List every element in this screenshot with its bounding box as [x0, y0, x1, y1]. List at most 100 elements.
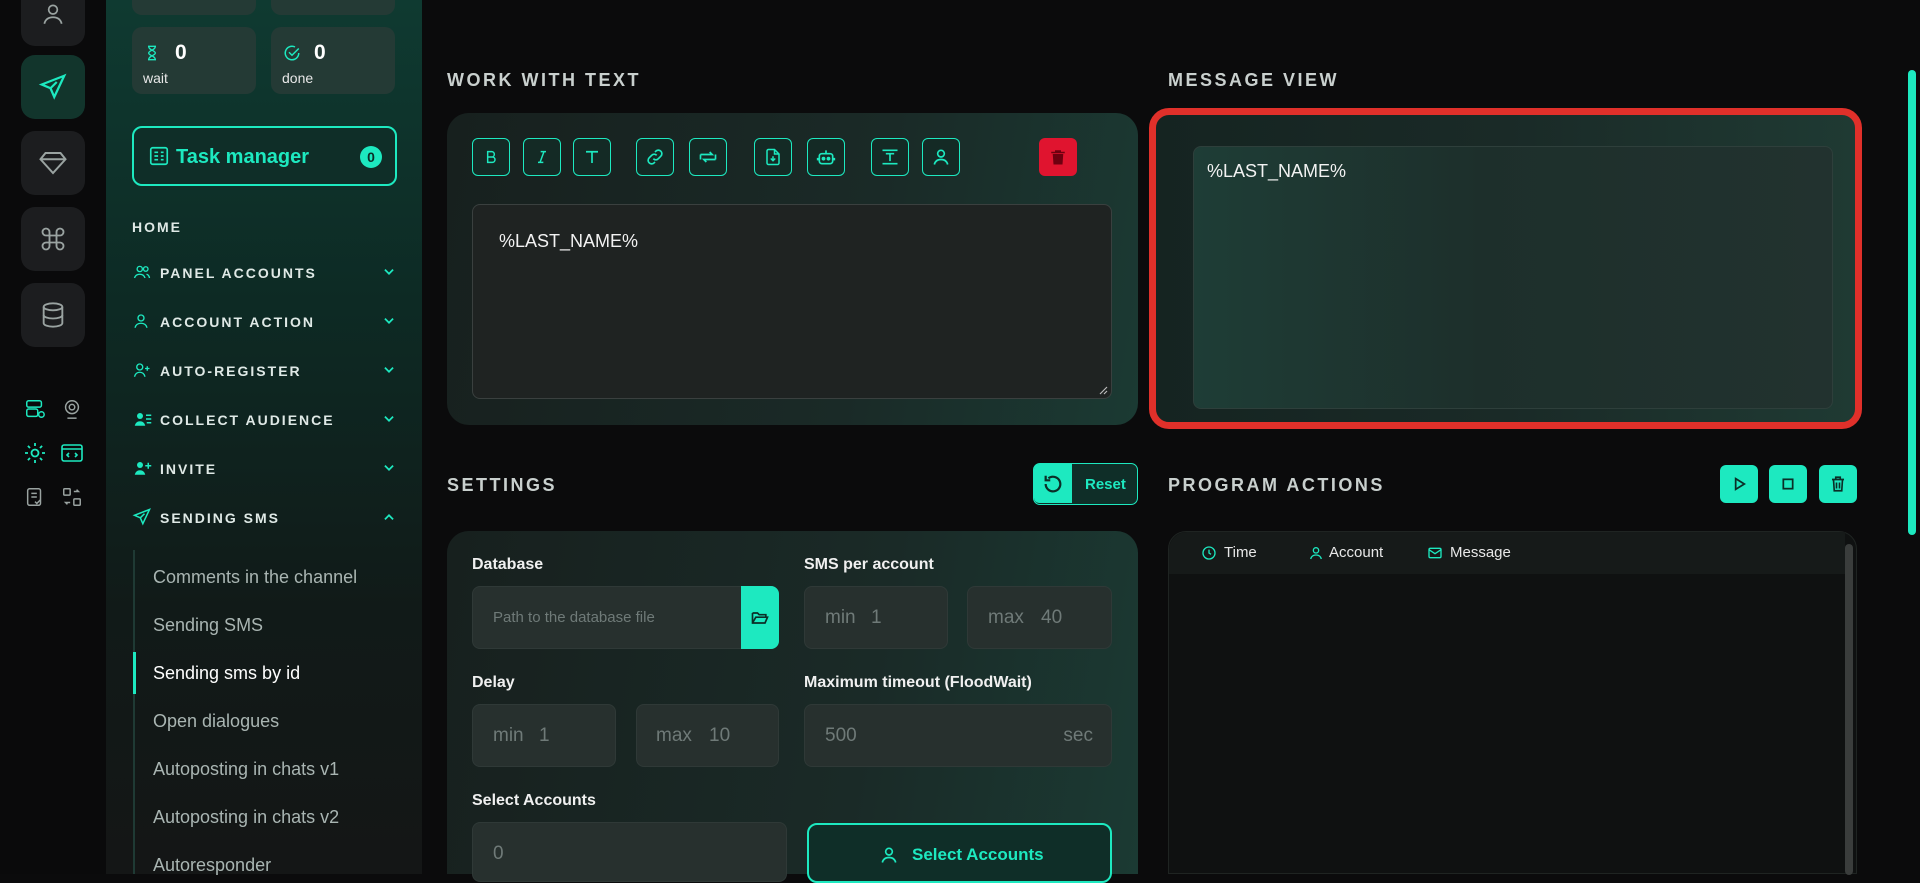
nav-section-label: PANEL ACCOUNTS	[160, 265, 317, 281]
send-icon	[38, 73, 67, 100]
link-button[interactable]	[636, 138, 674, 176]
stop-button[interactable]	[1769, 465, 1807, 503]
hourglass-icon	[147, 45, 157, 61]
submenu-item[interactable]: Sending SMS	[153, 615, 263, 636]
nav-section-label: AUTO-REGISTER	[160, 363, 302, 379]
rail-diamond-button[interactable]	[21, 131, 85, 195]
sms-min-input[interactable]: min 1	[804, 586, 948, 649]
message-view-title: MESSAGE VIEW	[1168, 70, 1340, 90]
sms-max-prefix: max	[988, 607, 1024, 628]
rail-send-button[interactable]	[21, 55, 85, 119]
database-label: Database	[472, 556, 544, 573]
icon-rail	[0, 0, 106, 874]
user-icon	[933, 149, 949, 165]
delay-min-prefix: min	[493, 725, 524, 746]
nav-section-sending-sms[interactable]: SENDING SMS	[132, 507, 397, 529]
work-with-text-title: WORK WITH TEXT	[447, 70, 641, 90]
send-icon	[132, 508, 151, 526]
folder-open-icon	[751, 611, 769, 624]
text-format-button[interactable]	[871, 138, 909, 176]
gear-icon[interactable]	[22, 440, 48, 466]
timeout-input[interactable]: 500 sec	[804, 704, 1112, 767]
log-scrollbar[interactable]	[1845, 544, 1853, 875]
rail-profile-button[interactable]	[21, 0, 85, 46]
timeout-unit: sec	[1063, 725, 1093, 746]
rail-command-button[interactable]	[21, 207, 85, 271]
timeout-value: 500	[825, 725, 857, 746]
clock-icon	[1202, 546, 1216, 560]
rail-database-button[interactable]	[21, 283, 85, 347]
task-list-icon	[149, 146, 169, 166]
wait-stat: 0 wait	[132, 27, 256, 94]
column-message[interactable]: Message	[1450, 544, 1511, 561]
server-settings-icon[interactable]	[22, 396, 48, 422]
chevron-down-icon	[384, 416, 394, 422]
column-time[interactable]: Time	[1224, 544, 1257, 561]
select-accounts-button[interactable]: Select Accounts	[807, 823, 1112, 883]
nav-section-auto-register[interactable]: AUTO-REGISTER	[132, 360, 397, 382]
file-import-button[interactable]	[754, 138, 792, 176]
stat-value: 0	[175, 41, 187, 64]
text-icon	[586, 150, 598, 163]
message-view-panel: %LAST_NAME%	[1149, 108, 1862, 429]
nav-home[interactable]: HOME	[132, 219, 182, 235]
start-button[interactable]	[1720, 465, 1758, 503]
robot-button[interactable]	[807, 138, 845, 176]
task-count-badge: 0	[360, 146, 382, 168]
nav-section-panel-accounts[interactable]: PANEL ACCOUNTS	[132, 262, 397, 284]
webcam-icon[interactable]	[59, 396, 85, 422]
chevron-up-icon	[384, 514, 394, 520]
clear-text-button[interactable]	[1039, 138, 1077, 176]
submenu-item[interactable]: Autoposting in chats v2	[153, 807, 339, 828]
database-path-input[interactable]: Path to the database file	[472, 586, 779, 649]
submenu-guide-line	[133, 550, 135, 874]
reset-button[interactable]: Reset	[1033, 463, 1138, 505]
trash-icon	[1832, 476, 1844, 492]
submenu-item-active[interactable]: Sending sms by id	[153, 663, 300, 684]
column-account[interactable]: Account	[1329, 544, 1383, 561]
done-stat: 0 done	[271, 27, 395, 94]
submenu-item[interactable]: Autoposting in chats v1	[153, 759, 339, 780]
variable-user-button[interactable]	[922, 138, 960, 176]
users-icon	[133, 265, 151, 279]
submenu-item[interactable]: Comments in the channel	[153, 567, 357, 588]
select-accounts-button-label: Select Accounts	[912, 845, 1044, 864]
message-text-input[interactable]: %LAST_NAME%	[472, 204, 1112, 399]
stat-label: done	[282, 70, 314, 86]
delay-min-input[interactable]: min 1	[472, 704, 616, 767]
browse-folder-button[interactable]	[741, 586, 779, 649]
task-manager-button[interactable]: Task manager 0	[132, 126, 397, 186]
check-circle-icon	[284, 45, 300, 61]
sms-min-prefix: min	[825, 607, 856, 628]
delay-max-input[interactable]: max 10	[636, 704, 779, 767]
program-actions-title: PROGRAM ACTIONS	[1168, 475, 1385, 495]
repeat-icon	[699, 151, 717, 163]
submenu-item[interactable]: Open dialogues	[153, 711, 279, 732]
sms-max-input[interactable]: max 40	[967, 586, 1112, 649]
message-preview: %LAST_NAME%	[1193, 146, 1833, 409]
stat-value: 0	[314, 41, 326, 64]
submenu-item[interactable]: Autoresponder	[153, 855, 271, 876]
swap-icon[interactable]	[59, 484, 85, 510]
checklist-icon[interactable]	[22, 484, 48, 510]
resize-handle-icon[interactable]	[1098, 385, 1108, 395]
page-scrollbar-thumb[interactable]	[1908, 70, 1916, 535]
command-icon	[41, 227, 65, 251]
bold-button[interactable]	[472, 138, 510, 176]
user-icon	[881, 847, 897, 863]
stat-label: stream	[282, 0, 325, 2]
repeat-button[interactable]	[689, 138, 727, 176]
nav-section-collect-audience[interactable]: COLLECT AUDIENCE	[132, 409, 397, 431]
clear-log-button[interactable]	[1819, 465, 1857, 503]
italic-button[interactable]	[523, 138, 561, 176]
timeout-label: Maximum timeout (FloodWait)	[804, 674, 1032, 691]
delay-min-value: 1	[539, 725, 550, 746]
file-import-icon	[766, 148, 780, 166]
nav-section-account-action[interactable]: ACCOUNT ACTION	[132, 311, 397, 333]
code-window-icon[interactable]	[59, 440, 85, 466]
stat-label: wait	[143, 70, 168, 86]
nav-section-invite[interactable]: INVITE	[132, 458, 397, 480]
text-button[interactable]	[573, 138, 611, 176]
mail-icon	[1428, 547, 1442, 559]
nav-section-label: INVITE	[160, 461, 218, 477]
